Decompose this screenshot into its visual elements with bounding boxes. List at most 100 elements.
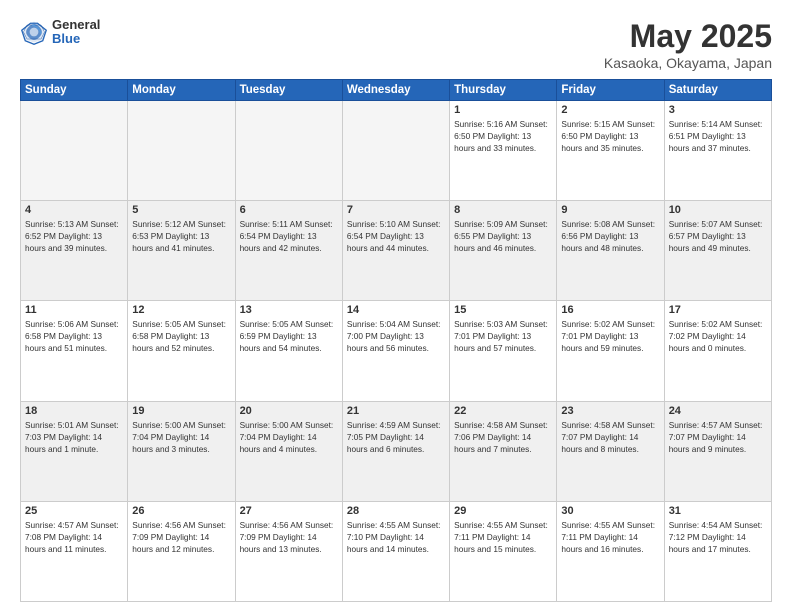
day-info: Sunrise: 5:05 AM Sunset: 6:59 PM Dayligh… [240, 318, 338, 354]
calendar-cell: 20Sunrise: 5:00 AM Sunset: 7:04 PM Dayli… [235, 401, 342, 501]
day-info: Sunrise: 4:57 AM Sunset: 7:07 PM Dayligh… [669, 419, 767, 455]
calendar-cell: 22 Sunrise: 4:58 AM Sunset: 7:06 PM Dayli… [450, 401, 557, 501]
calendar-table: SundayMondayTuesdayWednesdayThursdayFrid… [20, 79, 772, 602]
day-info: Sunrise: 4:54 AM Sunset: 7:12 PM Dayligh… [669, 519, 767, 555]
logo: General Blue [20, 18, 100, 47]
day-number: 14 [347, 304, 445, 316]
day-info: Sunrise: 4:58 AM Sunset: 7:06 PM Dayligh… [454, 419, 552, 455]
calendar-cell: 4 Sunrise: 5:13 AM Sunset: 6:52 PM Daylig… [21, 201, 128, 301]
calendar-cell: 11 Sunrise: 5:06 AM Sunset: 6:58 PM Dayli… [21, 301, 128, 401]
calendar-header-tuesday: Tuesday [235, 80, 342, 101]
page: General Blue May 2025 Kasaoka, Okayama, … [0, 0, 792, 612]
calendar-cell: 31 Sunrise: 4:54 AM Sunset: 7:12 PM Dayli… [664, 501, 771, 601]
day-info: Sunrise: 5:13 AM Sunset: 6:52 PM Dayligh… [25, 218, 123, 254]
day-info: Sunrise: 5:08 AM Sunset: 6:56 PM Dayligh… [561, 218, 659, 254]
day-number: 27 [240, 505, 338, 517]
day-info: Sunrise: 5:12 AM Sunset: 6:53 PM Dayligh… [132, 218, 230, 254]
header: General Blue May 2025 Kasaoka, Okayama, … [20, 18, 772, 71]
calendar-week-row: 11 Sunrise: 5:06 AM Sunset: 6:58 PM Dayli… [21, 301, 772, 401]
day-number: 28 [347, 505, 445, 517]
calendar-cell: 29 Sunrise: 4:55 AM Sunset: 7:11 PM Dayli… [450, 501, 557, 601]
day-info: Sunrise: 5:00 AM Sunset: 7:04 PM Dayligh… [132, 419, 230, 455]
day-number: 20 [240, 405, 338, 417]
day-info: Sunrise: 5:03 AM Sunset: 7:01 PM Dayligh… [454, 318, 552, 354]
calendar-header-sunday: Sunday [21, 80, 128, 101]
title-block: May 2025 Kasaoka, Okayama, Japan [604, 18, 772, 71]
day-info: Sunrise: 5:02 AM Sunset: 7:02 PM Dayligh… [669, 318, 767, 354]
month-year-title: May 2025 [604, 18, 772, 55]
calendar-cell [128, 101, 235, 201]
day-number: 5 [132, 204, 230, 216]
calendar-cell: 30Sunrise: 4:55 AM Sunset: 7:11 PM Dayli… [557, 501, 664, 601]
calendar-week-row: 1 Sunrise: 5:16 AM Sunset: 6:50 PM Daylig… [21, 101, 772, 201]
day-number: 11 [25, 304, 123, 316]
day-number: 22 [454, 405, 552, 417]
calendar-cell: 8Sunrise: 5:09 AM Sunset: 6:55 PM Daylig… [450, 201, 557, 301]
calendar-cell: 16 Sunrise: 5:02 AM Sunset: 7:01 PM Dayli… [557, 301, 664, 401]
day-info: Sunrise: 5:01 AM Sunset: 7:03 PM Dayligh… [25, 419, 123, 455]
day-number: 16 [561, 304, 659, 316]
calendar-cell: 17 Sunrise: 5:02 AM Sunset: 7:02 PM Dayli… [664, 301, 771, 401]
day-number: 31 [669, 505, 767, 517]
day-number: 1 [454, 104, 552, 116]
day-number: 4 [25, 204, 123, 216]
calendar-cell: 19 Sunrise: 5:00 AM Sunset: 7:04 PM Dayli… [128, 401, 235, 501]
day-number: 10 [669, 204, 767, 216]
day-number: 17 [669, 304, 767, 316]
calendar-cell: 13 Sunrise: 5:05 AM Sunset: 6:59 PM Dayli… [235, 301, 342, 401]
calendar-header-row: SundayMondayTuesdayWednesdayThursdayFrid… [21, 80, 772, 101]
calendar-cell: 21Sunrise: 4:59 AM Sunset: 7:05 PM Dayli… [342, 401, 449, 501]
calendar-header-wednesday: Wednesday [342, 80, 449, 101]
day-info: Sunrise: 5:05 AM Sunset: 6:58 PM Dayligh… [132, 318, 230, 354]
logo-general: General [52, 18, 100, 32]
day-number: 18 [25, 405, 123, 417]
day-number: 3 [669, 104, 767, 116]
calendar-week-row: 25Sunrise: 4:57 AM Sunset: 7:08 PM Dayli… [21, 501, 772, 601]
day-info: Sunrise: 4:55 AM Sunset: 7:11 PM Dayligh… [454, 519, 552, 555]
calendar-header-saturday: Saturday [664, 80, 771, 101]
day-info: Sunrise: 4:56 AM Sunset: 7:09 PM Dayligh… [240, 519, 338, 555]
day-number: 13 [240, 304, 338, 316]
calendar-cell: 26 Sunrise: 4:56 AM Sunset: 7:09 PM Dayli… [128, 501, 235, 601]
logo-icon [20, 18, 48, 46]
day-number: 8 [454, 204, 552, 216]
day-info: Sunrise: 4:56 AM Sunset: 7:09 PM Dayligh… [132, 519, 230, 555]
calendar-cell: 27 Sunrise: 4:56 AM Sunset: 7:09 PM Dayli… [235, 501, 342, 601]
day-info: Sunrise: 4:57 AM Sunset: 7:08 PM Dayligh… [25, 519, 123, 555]
logo-text: General Blue [52, 18, 100, 47]
calendar-week-row: 18 Sunrise: 5:01 AM Sunset: 7:03 PM Dayli… [21, 401, 772, 501]
day-number: 21 [347, 405, 445, 417]
calendar-header-monday: Monday [128, 80, 235, 101]
logo-blue: Blue [52, 32, 100, 46]
day-number: 29 [454, 505, 552, 517]
location-title: Kasaoka, Okayama, Japan [604, 55, 772, 71]
day-info: Sunrise: 5:07 AM Sunset: 6:57 PM Dayligh… [669, 218, 767, 254]
day-number: 15 [454, 304, 552, 316]
day-number: 2 [561, 104, 659, 116]
calendar-cell: 28Sunrise: 4:55 AM Sunset: 7:10 PM Dayli… [342, 501, 449, 601]
calendar-cell [342, 101, 449, 201]
calendar-cell: 12 Sunrise: 5:05 AM Sunset: 6:58 PM Dayli… [128, 301, 235, 401]
day-info: Sunrise: 5:06 AM Sunset: 6:58 PM Dayligh… [25, 318, 123, 354]
calendar-cell: 1 Sunrise: 5:16 AM Sunset: 6:50 PM Daylig… [450, 101, 557, 201]
day-info: Sunrise: 5:02 AM Sunset: 7:01 PM Dayligh… [561, 318, 659, 354]
calendar-cell: 6Sunrise: 5:11 AM Sunset: 6:54 PM Daylig… [235, 201, 342, 301]
calendar-cell: 14 Sunrise: 5:04 AM Sunset: 7:00 PM Dayli… [342, 301, 449, 401]
calendar-cell: 7Sunrise: 5:10 AM Sunset: 6:54 PM Daylig… [342, 201, 449, 301]
day-number: 26 [132, 505, 230, 517]
day-info: Sunrise: 5:14 AM Sunset: 6:51 PM Dayligh… [669, 118, 767, 154]
calendar-cell: 2 Sunrise: 5:15 AM Sunset: 6:50 PM Daylig… [557, 101, 664, 201]
day-info: Sunrise: 4:58 AM Sunset: 7:07 PM Dayligh… [561, 419, 659, 455]
calendar-cell [235, 101, 342, 201]
calendar-cell: 25Sunrise: 4:57 AM Sunset: 7:08 PM Dayli… [21, 501, 128, 601]
day-info: Sunrise: 5:16 AM Sunset: 6:50 PM Dayligh… [454, 118, 552, 154]
calendar-cell: 10 Sunrise: 5:07 AM Sunset: 6:57 PM Dayli… [664, 201, 771, 301]
calendar-header-friday: Friday [557, 80, 664, 101]
day-info: Sunrise: 5:04 AM Sunset: 7:00 PM Dayligh… [347, 318, 445, 354]
day-info: Sunrise: 5:15 AM Sunset: 6:50 PM Dayligh… [561, 118, 659, 154]
calendar-cell [21, 101, 128, 201]
day-number: 23 [561, 405, 659, 417]
day-number: 24 [669, 405, 767, 417]
day-number: 12 [132, 304, 230, 316]
day-number: 19 [132, 405, 230, 417]
